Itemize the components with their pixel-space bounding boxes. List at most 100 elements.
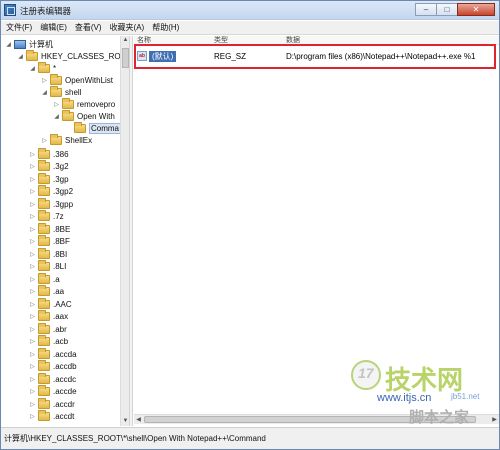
- expand-icon[interactable]: ▷: [29, 151, 36, 158]
- scrollbar-thumb[interactable]: [144, 416, 476, 423]
- scroll-up-icon[interactable]: ▲: [121, 36, 129, 45]
- window-controls: – □ ✕: [415, 3, 495, 16]
- menu-view[interactable]: 查看(V): [74, 22, 109, 33]
- expand-icon[interactable]: ▷: [29, 363, 36, 370]
- tree-item[interactable]: ▷ .accdb: [29, 360, 77, 373]
- tree-item[interactable]: ▷ .3gp2: [29, 185, 73, 198]
- folder-icon: [38, 410, 50, 421]
- scroll-right-icon[interactable]: ▶: [490, 415, 499, 425]
- tree-item[interactable]: ▷ .accdr: [29, 397, 75, 410]
- tree-item-label: HKEY_CLASSES_ROOT: [41, 51, 129, 61]
- expand-icon[interactable]: ▷: [29, 163, 36, 170]
- registry-tree[interactable]: ◢ 计算机 ◢ HKEY_CLASSES_ROOT ◢ * ▷ OpenWith…: [1, 36, 129, 426]
- expand-icon[interactable]: ▷: [29, 413, 36, 420]
- expand-icon[interactable]: ▷: [41, 77, 48, 84]
- tree-item[interactable]: ▷ .a: [29, 272, 60, 285]
- scroll-left-icon[interactable]: ◀: [134, 415, 143, 425]
- folder-icon: [38, 197, 50, 209]
- tree-item[interactable]: ▷ .386: [29, 147, 69, 160]
- expand-icon[interactable]: ▷: [29, 313, 36, 320]
- expand-icon[interactable]: ▷: [29, 201, 36, 208]
- tree-item[interactable]: ▷ .accda: [29, 347, 77, 360]
- tree-item[interactable]: ▷ .accdc: [29, 372, 76, 385]
- tree-item[interactable]: ▷ .3g2: [29, 160, 69, 173]
- tree-item-label: Comma: [89, 122, 122, 134]
- menu-help[interactable]: 帮助(H): [151, 22, 186, 33]
- tree-item-shellex[interactable]: ▷ ShellEx: [41, 133, 92, 146]
- tree-item[interactable]: ▷ .3gp: [29, 172, 69, 185]
- collapse-icon[interactable]: ◢: [53, 113, 60, 120]
- value-name[interactable]: (默认): [149, 51, 177, 62]
- expand-icon[interactable]: ▷: [53, 101, 60, 108]
- expand-icon[interactable]: ▷: [29, 238, 36, 245]
- menu-edit[interactable]: 编辑(E): [39, 22, 74, 33]
- expand-icon[interactable]: ▷: [29, 301, 36, 308]
- tree-item-label: OpenWithList: [65, 75, 114, 85]
- tree-item[interactable]: ▷ .8LI: [29, 260, 66, 273]
- tree-item-removepro[interactable]: ▷ removepro: [53, 97, 115, 110]
- expand-icon[interactable]: ▷: [29, 326, 36, 333]
- tree-item[interactable]: ▷ .aax: [29, 310, 68, 323]
- tree-item-openwithlist[interactable]: ▷ OpenWithList: [41, 73, 114, 86]
- tree-item-open-with[interactable]: ◢ Open With: [53, 109, 115, 122]
- collapse-icon[interactable]: ◢: [41, 89, 48, 96]
- collapse-icon[interactable]: ◢: [29, 65, 36, 72]
- tree-item[interactable]: ▷ .accde: [29, 385, 77, 398]
- tree-item-label: shell: [65, 87, 82, 97]
- menu-favorites[interactable]: 收藏夹(A): [109, 22, 152, 33]
- folder-icon: [50, 85, 62, 97]
- scroll-down-icon[interactable]: ▼: [121, 417, 129, 426]
- minimize-button[interactable]: –: [415, 3, 437, 16]
- expand-icon[interactable]: ▷: [29, 376, 36, 383]
- computer-icon: [14, 39, 26, 49]
- tree-item[interactable]: ▷ .accdt: [29, 410, 74, 423]
- maximize-button[interactable]: □: [436, 3, 458, 16]
- folder-icon: [26, 49, 38, 61]
- registry-values-list[interactable]: 名称 类型 数据 ab (默认) REG_SZ D:\program files…: [134, 36, 499, 426]
- expand-icon[interactable]: ▷: [29, 351, 36, 358]
- tree-item-command[interactable]: Comma: [65, 121, 122, 134]
- tree-item[interactable]: ▷ .abr: [29, 322, 67, 335]
- expand-icon[interactable]: ▷: [29, 226, 36, 233]
- tree-item[interactable]: ▷ .AAC: [29, 297, 72, 310]
- expand-icon[interactable]: ▷: [29, 251, 36, 258]
- tree-item-computer[interactable]: ◢ 计算机: [5, 38, 53, 50]
- expand-icon[interactable]: ▷: [29, 213, 36, 220]
- expand-icon[interactable]: ▷: [41, 137, 48, 144]
- expand-icon[interactable]: ▷: [29, 188, 36, 195]
- tree-item[interactable]: ▷ .8BE: [29, 222, 70, 235]
- tree-item[interactable]: ▷ .8BI: [29, 247, 67, 260]
- collapse-icon[interactable]: ◢: [5, 41, 12, 48]
- tree-item[interactable]: ▷ .7z: [29, 210, 64, 223]
- menu-file[interactable]: 文件(F): [5, 22, 39, 33]
- title-bar[interactable]: 注册表编辑器 – □ ✕: [1, 1, 499, 20]
- tree-item[interactable]: ▷ .aa: [29, 285, 64, 298]
- tree-item[interactable]: ▷ .acb: [29, 335, 68, 348]
- close-button[interactable]: ✕: [457, 3, 495, 16]
- expand-icon[interactable]: ▷: [29, 401, 36, 408]
- expand-icon[interactable]: ▷: [29, 263, 36, 270]
- tree-item-label: .386: [53, 149, 69, 159]
- value-row-default[interactable]: ab (默认) REG_SZ D:\program files (x86)\No…: [134, 48, 499, 64]
- folder-open-icon: [74, 121, 86, 133]
- tree-item[interactable]: ▷ .8BF: [29, 235, 70, 248]
- status-path: 计算机\HKEY_CLASSES_ROOT\*\shell\Open With …: [4, 434, 266, 443]
- folder-icon: [38, 385, 50, 396]
- list-horizontal-scrollbar[interactable]: ◀ ▶: [134, 414, 499, 424]
- expand-icon[interactable]: ▷: [29, 288, 36, 295]
- tree-item[interactable]: ▷ .3gpp: [29, 197, 73, 210]
- expand-icon[interactable]: ▷: [29, 388, 36, 395]
- tree-vertical-scrollbar[interactable]: ▲ ▼: [120, 36, 129, 426]
- expand-icon[interactable]: ▷: [29, 176, 36, 183]
- expand-icon[interactable]: ▷: [29, 276, 36, 283]
- status-bar: 计算机\HKEY_CLASSES_ROOT\*\shell\Open With …: [1, 427, 499, 449]
- tree-item-shell[interactable]: ◢ shell: [41, 85, 82, 98]
- tree-item-star[interactable]: ◢ *: [29, 61, 56, 74]
- collapse-icon[interactable]: ◢: [17, 53, 24, 60]
- registry-editor-window: 注册表编辑器 – □ ✕ 文件(F) 编辑(E) 查看(V) 收藏夹(A) 帮助…: [0, 0, 500, 450]
- folder-icon: [38, 222, 50, 234]
- pane-splitter[interactable]: [129, 36, 133, 426]
- expand-icon[interactable]: ▷: [29, 338, 36, 345]
- tree-item-hkey-classes-root[interactable]: ◢ HKEY_CLASSES_ROOT: [17, 49, 129, 62]
- scrollbar-thumb[interactable]: [122, 48, 129, 68]
